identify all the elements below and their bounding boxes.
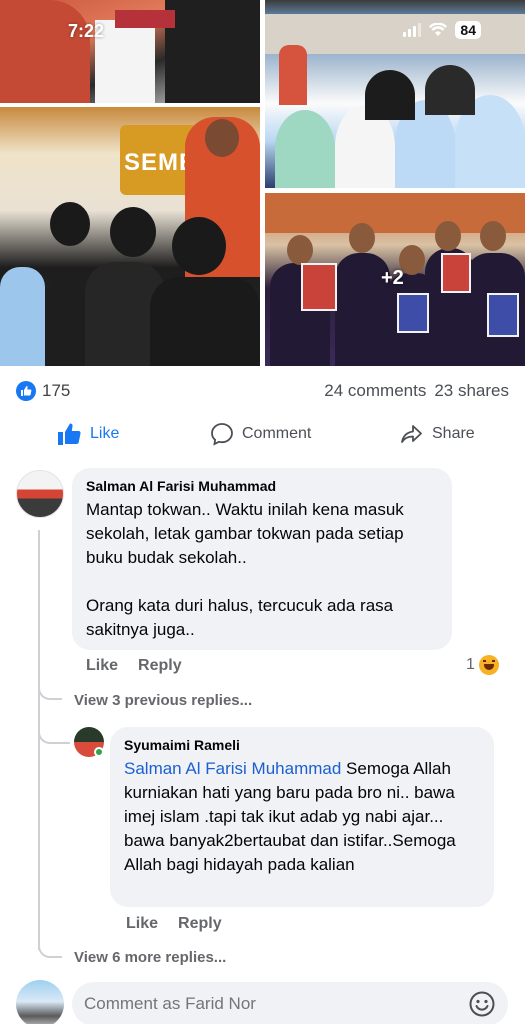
comment-input[interactable] — [84, 994, 468, 1014]
haha-reaction-icon — [478, 655, 499, 675]
reply-bubble: Syumaimi Rameli Salman Al Farisi Muhamma… — [110, 727, 494, 907]
thread-line — [38, 530, 40, 950]
reply-reply-button[interactable]: Reply — [178, 915, 222, 933]
comment-author[interactable]: Salman Al Farisi Muhammad — [86, 478, 438, 494]
reply-meta: Like Reply — [126, 915, 222, 933]
post-screen: SEMETA +2 7:22 84 175 24 comments 23 sha… — [0, 0, 525, 1024]
photo-detail — [365, 70, 415, 120]
photo-detail — [279, 45, 307, 105]
mention-link[interactable]: Salman Al Farisi Muhammad — [124, 759, 341, 778]
battery-level: 84 — [455, 21, 481, 39]
comment-bubble: Salman Al Farisi Muhammad Mantap tokwan.… — [72, 468, 452, 650]
view-previous-replies[interactable]: View 3 previous replies... — [74, 692, 252, 709]
photo-detail — [115, 10, 175, 28]
post-photo-4[interactable]: +2 — [265, 193, 525, 366]
reply-like-button[interactable]: Like — [126, 915, 158, 933]
wifi-icon — [429, 23, 448, 37]
photo-detail — [275, 110, 335, 188]
signal-icon — [403, 23, 422, 37]
photo-detail — [0, 267, 45, 366]
post-photo-3[interactable]: SEMETA — [0, 107, 260, 366]
online-status-dot — [94, 747, 104, 757]
view-more-replies[interactable]: View 6 more replies... — [74, 949, 226, 966]
photo-detail — [480, 221, 506, 251]
post-photo-1[interactable] — [0, 0, 260, 103]
thread-connector — [38, 938, 62, 958]
photo-detail — [287, 235, 313, 265]
like-count[interactable]: 175 — [42, 381, 70, 401]
photo-detail — [487, 293, 519, 337]
status-indicators: 84 — [403, 21, 481, 39]
share-icon — [401, 425, 422, 443]
thread-connector — [38, 680, 62, 700]
more-photos-count[interactable]: +2 — [381, 267, 404, 290]
comments-count[interactable]: 24 comments — [324, 381, 426, 401]
current-user-avatar — [16, 980, 64, 1024]
photo-detail — [150, 277, 260, 366]
photo-detail — [301, 263, 337, 311]
photo-detail — [441, 253, 471, 293]
photo-detail — [397, 293, 429, 333]
reply-author[interactable]: Syumaimi Rameli — [124, 737, 480, 753]
post-stats: 24 comments 23 shares — [324, 381, 509, 401]
post-photo-2[interactable] — [265, 0, 525, 188]
photo-detail — [349, 223, 375, 253]
photo-detail — [50, 202, 90, 246]
avatar-salman[interactable] — [16, 470, 64, 518]
like-reaction-icon[interactable] — [16, 381, 36, 401]
like-button[interactable]: Like — [56, 422, 119, 446]
share-label: Share — [432, 425, 475, 442]
comment-meta: Like Reply — [86, 657, 182, 675]
thumbs-up-icon — [58, 423, 81, 445]
like-label: Like — [90, 425, 120, 442]
photo-detail — [110, 207, 156, 257]
comment-like-button[interactable]: Like — [86, 657, 118, 675]
photo-detail — [172, 217, 226, 275]
photo-detail — [165, 0, 260, 103]
comment-reactions[interactable]: 1 — [466, 655, 499, 675]
reply-text: Salman Al Farisi Muhammad Semoga Allah k… — [124, 757, 480, 877]
comment-text: Mantap tokwan.. Waktu inilah kena masuk … — [86, 500, 404, 639]
comment-reaction-count: 1 — [466, 656, 475, 673]
comment-button[interactable]: Comment — [210, 422, 311, 446]
reactions-summary: 175 24 comments 23 shares — [16, 378, 509, 404]
shares-count[interactable]: 23 shares — [434, 381, 509, 401]
thread-connector — [38, 700, 70, 744]
post-actions: Like Comment Share — [0, 416, 525, 452]
comment-reply-button[interactable]: Reply — [138, 657, 182, 675]
comment-icon — [211, 423, 233, 446]
share-button[interactable]: Share — [398, 422, 475, 446]
photo-detail — [425, 65, 475, 115]
photo-detail — [205, 119, 239, 157]
status-time: 7:22 — [68, 21, 105, 41]
photo-detail — [435, 221, 461, 251]
comment-label: Comment — [242, 425, 312, 442]
comment-composer[interactable] — [72, 982, 508, 1024]
photo-detail — [0, 0, 90, 103]
emoji-icon[interactable] — [468, 990, 496, 1018]
